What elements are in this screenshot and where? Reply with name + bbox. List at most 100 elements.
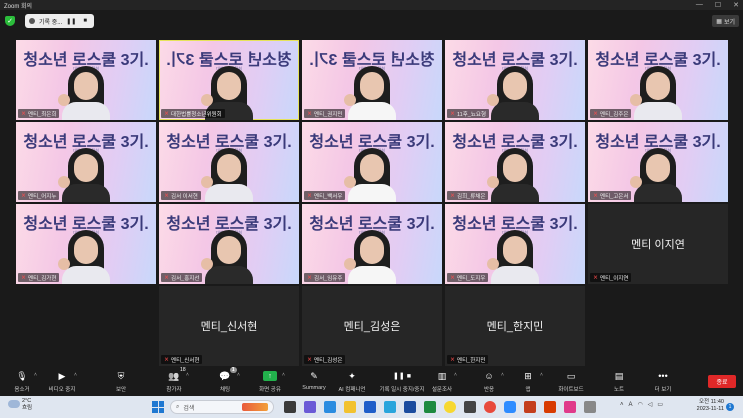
toolbar-item-7[interactable]: ✦ AI 컴패니언 <box>332 370 372 394</box>
excel-icon[interactable] <box>424 401 436 413</box>
taskbar-search[interactable]: ⌕ 검색 <box>170 400 274 414</box>
chevron-up-icon[interactable]: ˄ <box>454 372 457 378</box>
notification-badge[interactable]: 1 <box>726 403 734 411</box>
toolbar-item-14[interactable]: ••• 더 보기 <box>643 370 683 393</box>
chevron-up-icon[interactable]: ˄ <box>34 372 37 378</box>
participant-name-label: ⨯ 멘티_한지민 <box>447 355 489 364</box>
window-title: Zoom 회의 <box>4 3 33 10</box>
toolbar-label: 반응 <box>483 387 495 393</box>
weather-widget[interactable]: 2°C 흐림 <box>22 398 32 412</box>
participant-tile[interactable]: 청소년 로스쿨 3기.대한변호사협회⨯김서_임유주 <box>302 204 442 284</box>
app-icon[interactable] <box>544 401 556 413</box>
toolbar-label: 화이트보드 <box>558 387 584 393</box>
whiteboard-icon: ▭ <box>566 370 576 381</box>
view-button[interactable]: ▦ 보기 <box>712 15 739 27</box>
participant-name: 김서_홍지선 <box>171 275 200 282</box>
kakaotalk-icon[interactable] <box>444 401 456 413</box>
toolbar-item-13[interactable]: ▤ 노트 <box>599 370 639 394</box>
teams-icon[interactable] <box>304 401 316 413</box>
participant-tile[interactable]: 멘티_신서현 ⨯ 멘티_신서현 <box>159 286 299 366</box>
participant-name-label: ⨯ 멘티_어지누 <box>18 191 60 200</box>
clock-date: 2023-11-11 <box>696 406 724 412</box>
toolbar-label: 노트 <box>613 387 625 393</box>
participant-tile[interactable]: 청소년 로스쿨 3기.대한변호사협회⨯멘티_최은희 <box>16 40 156 120</box>
participant-video-person <box>58 146 114 202</box>
participant-name-label: ⨯ 김서 이서현 <box>161 191 201 200</box>
chevron-up-icon[interactable]: ˄ <box>282 372 285 378</box>
minimize-button[interactable]: — <box>696 1 703 9</box>
participant-tile[interactable]: 청소년 로스쿨 3기.대한변호사협회⨯김희_류채은 <box>445 122 585 202</box>
participant-tile[interactable]: 청소년 로스쿨 3기.대한변호사협회⨯멘티_김가현 <box>16 204 156 284</box>
poll-icon: ▥ <box>437 370 447 381</box>
taskbar-clock[interactable]: 오전 11:40 2023-11-11 <box>686 399 724 413</box>
toolbar-label: 참가자 <box>166 387 182 393</box>
app-icon[interactable] <box>464 401 476 413</box>
participant-tile[interactable]: 청소년 로스쿨 3기.대한변호사협회⨯멘티_도지우 <box>445 204 585 284</box>
mic-muted-icon: ⨯ <box>21 193 27 199</box>
participant-video-person <box>344 64 400 120</box>
app-icon[interactable] <box>584 401 596 413</box>
file-explorer-icon[interactable] <box>344 401 356 413</box>
toolbar-item-8[interactable]: ❚❚ ■ 기록 일시 중지/중지 <box>379 370 424 393</box>
participant-name-label: ⨯ 11후_뇨요형 <box>447 109 490 118</box>
chevron-up-icon[interactable]: ˄ <box>501 372 504 378</box>
chevron-up-icon[interactable]: ˄ <box>540 372 543 378</box>
mic-muted-icon: ⨯ <box>307 357 313 363</box>
chevron-up-icon[interactable]: ˄ <box>237 372 240 378</box>
participant-name: 멘티_어지누 <box>28 193 57 200</box>
toolbar-label: 비디오 중지 <box>48 387 76 393</box>
zoom-icon[interactable] <box>504 401 516 413</box>
participant-tile[interactable]: 청소년 로스쿨 3기.대한변호사협회⨯멘티_권지민 <box>302 40 442 120</box>
recording-text: 기록 중... <box>39 19 63 26</box>
chevron-up-icon[interactable]: ˄ <box>74 372 77 378</box>
participant-name: 김희_류채은 <box>457 193 486 200</box>
participant-name-label: ⨯ 멘티_신서현 <box>161 355 203 364</box>
participant-tile[interactable]: 멘티 이지연 ⨯ 멘티_이지연 <box>588 204 728 284</box>
participant-tile[interactable]: 청소년 로스쿨 3기.대한변호사협회⨯대한법률청소년위원회 <box>159 40 299 120</box>
participant-tile[interactable]: 멘티_한지민 ⨯ 멘티_한지민 <box>445 286 585 366</box>
start-button[interactable] <box>152 401 164 413</box>
chevron-up-icon[interactable]: ˄ <box>620 402 624 408</box>
participant-tile[interactable]: 멘티_김성은 ⨯ 멘티_김성은 <box>302 286 442 366</box>
pause-recording-icon[interactable]: ❚❚ <box>66 16 76 26</box>
chrome-icon[interactable] <box>484 401 496 413</box>
word-icon[interactable] <box>404 401 416 413</box>
participant-tile[interactable]: 청소년 로스쿨 3기.대한변호사협회⨯멘티_백서우 <box>302 122 442 202</box>
participant-tile[interactable]: 청소년 로스쿨 3기.대한변호사협회⨯김서_홍지선 <box>159 204 299 284</box>
toolbar-item-6[interactable]: ✎ Summary <box>294 370 334 392</box>
maximize-button[interactable]: ☐ <box>715 1 721 9</box>
participant-name-label: ⨯ 대한법률청소년위원회 <box>161 109 225 118</box>
participant-tile[interactable]: 청소년 로스쿨 3기.대한변호사협회⨯멘티_김주은 <box>588 40 728 120</box>
app-icon[interactable] <box>384 401 396 413</box>
search-placeholder: 검색 <box>183 405 195 412</box>
language-indicator[interactable]: A <box>629 402 633 408</box>
task-view-icon[interactable] <box>284 401 296 413</box>
meeting-toolbar: 🎙 음소거 ˄ ▶ 비디오 중지 ˄ ⛨ 보안 👥 18 참가자 ˄ 💬 1 채팅 ˄ ↑ 화면 공유 ˄ ✎ Summ… <box>0 367 743 396</box>
store-icon[interactable] <box>364 401 376 413</box>
app-icon[interactable] <box>564 401 576 413</box>
windows-taskbar: 2°C 흐림 ⌕ 검색 ˄ A ◠ ◁ ▭ 오전 11:40 2023-11-1… <box>0 396 743 418</box>
toolbar-label: 앱 <box>525 387 531 393</box>
wifi-icon[interactable]: ◠ <box>638 401 643 408</box>
toolbar-label: Summary <box>302 385 326 391</box>
mic-muted-icon: ⨯ <box>164 357 170 363</box>
participant-tile[interactable]: 청소년 로스쿨 3기.대한변호사협회⨯멘티_어지누 <box>16 122 156 202</box>
toolbar-item-12[interactable]: ▭ 화이트보드 <box>551 370 591 394</box>
participant-tile[interactable]: 청소년 로스쿨 3기.대한변호사협회⨯김서 이서현 <box>159 122 299 202</box>
participant-name-label: ⨯ 멘티_권지민 <box>304 109 346 118</box>
participant-video-person <box>201 146 257 202</box>
participant-display-name: 멘티_김성은 <box>343 321 401 333</box>
toolbar-item-2[interactable]: ⛨ 보안 <box>101 370 141 394</box>
battery-icon[interactable]: ▭ <box>657 401 663 408</box>
powerpoint-icon[interactable] <box>524 401 536 413</box>
edge-icon[interactable] <box>324 401 336 413</box>
stop-recording-icon[interactable]: ■ <box>80 16 90 26</box>
video-icon: ▶ <box>58 370 66 381</box>
speaker-icon[interactable]: ◁ <box>648 401 653 408</box>
close-button[interactable]: ✕ <box>733 1 739 9</box>
participant-tile[interactable]: 청소년 로스쿨 3기.대한변호사협회⨯멘티_고은서 <box>588 122 728 202</box>
participant-tile[interactable]: 청소년 로스쿨 3기.대한변호사협회⨯11후_뇨요형 <box>445 40 585 120</box>
chevron-up-icon[interactable]: ˄ <box>186 372 189 378</box>
security-shield-icon[interactable]: ✓ <box>5 16 15 26</box>
end-meeting-button[interactable]: 종료 <box>708 375 736 388</box>
